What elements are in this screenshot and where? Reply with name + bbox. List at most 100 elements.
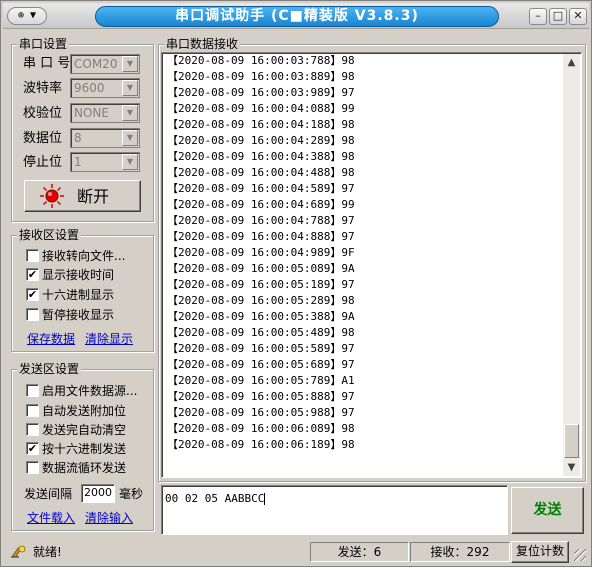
receive-line: 【2020-08-09 16:00:04:788】97 bbox=[167, 214, 355, 227]
status-bar: 就绪! 发送：6 接收：292 复位计数 bbox=[3, 539, 589, 565]
port-select[interactable]: COM20 ▼ bbox=[70, 54, 140, 74]
receive-line: 【2020-08-09 16:00:03:889】98 bbox=[167, 70, 355, 83]
chevron-down-icon[interactable]: ▼ bbox=[122, 56, 138, 72]
interval-unit: 毫秒 bbox=[119, 487, 144, 501]
chevron-down-icon[interactable]: ▼ bbox=[122, 154, 138, 170]
serial-settings-title: 串口设置 bbox=[17, 36, 70, 52]
loop-send-checkbox[interactable] bbox=[26, 461, 39, 474]
show-time-label[interactable]: 显示接收时间 bbox=[42, 266, 114, 284]
scroll-thumb[interactable] bbox=[564, 424, 579, 458]
receive-line: 【2020-08-09 16:00:06:189】98 bbox=[167, 438, 355, 451]
minimize-button[interactable]: – bbox=[529, 8, 547, 25]
databits-select[interactable]: 8 ▼ bbox=[70, 128, 140, 148]
receive-line: 【2020-08-09 16:00:05:089】9A bbox=[167, 262, 355, 275]
auto-clear-label[interactable]: 发送完自动清空 bbox=[42, 421, 126, 439]
receive-line: 【2020-08-09 16:00:04:188】98 bbox=[167, 118, 355, 131]
receive-line: 【2020-08-09 16:00:04:289】98 bbox=[167, 134, 355, 147]
chevron-down-icon[interactable]: ▼ bbox=[122, 130, 138, 146]
clear-display-link[interactable]: 清除显示 bbox=[85, 331, 133, 347]
reset-count-button[interactable]: 复位计数 bbox=[511, 541, 569, 563]
auto-append-label[interactable]: 自动发送附加位 bbox=[42, 402, 126, 420]
stopbits-select[interactable]: 1 ▼ bbox=[70, 152, 140, 172]
receive-settings-group: 接收区设置 接收转向文件... ✔ 显示接收时间 ✔ 十六进制显示 暂停接收显示… bbox=[11, 227, 154, 352]
resize-grip[interactable] bbox=[574, 549, 586, 561]
show-time-checkbox[interactable]: ✔ bbox=[26, 268, 39, 281]
status-lamp-icon bbox=[11, 545, 26, 558]
baud-select[interactable]: 9600 ▼ bbox=[70, 78, 140, 98]
receive-lines: 【2020-08-09 16:00:03:788】98 【2020-08-09 1… bbox=[167, 53, 355, 453]
status-led-icon bbox=[40, 184, 64, 208]
interval-input[interactable]: 2000 bbox=[81, 484, 115, 503]
receive-line: 【2020-08-09 16:00:04:388】98 bbox=[167, 150, 355, 163]
hex-send-label[interactable]: 按十六进制发送 bbox=[42, 440, 126, 458]
sent-count: 发送：6 bbox=[310, 542, 409, 562]
hex-display-checkbox[interactable]: ✔ bbox=[26, 288, 39, 301]
close-button[interactable]: ✕ bbox=[569, 8, 587, 25]
receive-line: 【2020-08-09 16:00:05:689】97 bbox=[167, 358, 355, 371]
receive-line: 【2020-08-09 16:00:06:089】98 bbox=[167, 422, 355, 435]
receive-area-title: 串口数据接收 bbox=[164, 36, 241, 52]
auto-clear-checkbox[interactable] bbox=[26, 423, 39, 436]
stopbits-value: 1 bbox=[74, 155, 82, 169]
parity-value: NONE bbox=[74, 106, 109, 120]
stopbits-label: 停止位 bbox=[23, 155, 63, 170]
baud-label: 波特率 bbox=[23, 81, 63, 96]
receive-line: 【2020-08-09 16:00:04:989】9F bbox=[167, 246, 355, 259]
chevron-down-icon[interactable]: ▼ bbox=[122, 105, 138, 121]
load-file-link[interactable]: 文件载入 bbox=[27, 510, 75, 526]
receive-textarea[interactable]: 【2020-08-09 16:00:03:788】98 【2020-08-09 1… bbox=[161, 52, 582, 478]
connect-toggle-button[interactable]: 断开 bbox=[24, 180, 141, 212]
receive-line: 【2020-08-09 16:00:05:189】97 bbox=[167, 278, 355, 291]
auto-append-checkbox[interactable] bbox=[26, 404, 39, 417]
file-source-checkbox[interactable] bbox=[26, 384, 39, 397]
save-data-link[interactable]: 保存数据 bbox=[27, 331, 75, 347]
pause-display-checkbox[interactable] bbox=[26, 308, 39, 321]
port-value: COM20 bbox=[74, 57, 118, 71]
received-count: 接收：292 bbox=[410, 542, 510, 562]
status-text: 就绪! bbox=[33, 545, 62, 559]
receive-line: 【2020-08-09 16:00:05:988】97 bbox=[167, 406, 355, 419]
receive-line: 【2020-08-09 16:00:03:788】98 bbox=[167, 54, 355, 67]
window-title: 串口调试助手 (C■精装版 V3.8.3) bbox=[95, 6, 499, 27]
recv-to-file-checkbox[interactable] bbox=[26, 249, 39, 262]
system-menu-button[interactable]: ⊚ ▼ bbox=[7, 7, 47, 25]
receive-line: 【2020-08-09 16:00:05:589】97 bbox=[167, 342, 355, 355]
receive-line: 【2020-08-09 16:00:05:789】A1 bbox=[167, 374, 355, 387]
receive-settings-title: 接收区设置 bbox=[17, 227, 82, 243]
connect-button-label: 断开 bbox=[77, 187, 110, 206]
send-settings-group: 发送区设置 启用文件数据源... 自动发送附加位 发送完自动清空 ✔ 按十六进制… bbox=[11, 361, 154, 531]
serial-settings-group: 串口设置 串 口 号 COM20 ▼ 波特率 9600 ▼ 校验位 NONE ▼… bbox=[11, 36, 154, 222]
chevron-down-icon[interactable]: ▼ bbox=[122, 80, 138, 96]
receive-line: 【2020-08-09 16:00:05:489】98 bbox=[167, 326, 355, 339]
recv-to-file-label[interactable]: 接收转向文件... bbox=[42, 247, 125, 265]
main-window: ⊚ ▼ 串口调试助手 (C■精装版 V3.8.3) – □ ✕ 串口设置 串 口… bbox=[0, 0, 592, 567]
receive-line: 【2020-08-09 16:00:04:088】99 bbox=[167, 102, 355, 115]
interval-label: 发送间隔 bbox=[24, 487, 73, 501]
receive-line: 【2020-08-09 16:00:05:888】97 bbox=[167, 390, 355, 403]
send-input[interactable]: 00 02 05 AABBCC bbox=[161, 485, 508, 535]
text-cursor bbox=[264, 493, 266, 505]
pause-display-label[interactable]: 暂停接收显示 bbox=[42, 306, 114, 324]
receive-line: 【2020-08-09 16:00:04:689】99 bbox=[167, 198, 355, 211]
scroll-up-icon[interactable]: ▲ bbox=[563, 54, 580, 71]
databits-label: 数据位 bbox=[23, 131, 63, 146]
file-source-label[interactable]: 启用文件数据源... bbox=[42, 382, 137, 400]
receive-line: 【2020-08-09 16:00:05:289】98 bbox=[167, 294, 355, 307]
hex-display-label[interactable]: 十六进制显示 bbox=[42, 286, 114, 304]
receive-line: 【2020-08-09 16:00:04:589】97 bbox=[167, 182, 355, 195]
scroll-down-icon[interactable]: ▼ bbox=[563, 459, 580, 476]
title-bar[interactable]: ⊚ ▼ 串口调试助手 (C■精装版 V3.8.3) – □ ✕ bbox=[3, 3, 589, 29]
port-label: 串 口 号 bbox=[23, 56, 71, 71]
receive-line: 【2020-08-09 16:00:03:989】97 bbox=[167, 86, 355, 99]
receive-line: 【2020-08-09 16:00:04:488】98 bbox=[167, 166, 355, 179]
receive-scrollbar[interactable]: ▲ ▼ bbox=[563, 54, 580, 476]
parity-select[interactable]: NONE ▼ bbox=[70, 103, 140, 123]
maximize-button[interactable]: □ bbox=[549, 8, 567, 25]
clear-input-link[interactable]: 清除输入 bbox=[85, 510, 133, 526]
send-input-text: 00 02 05 AABBCC bbox=[165, 492, 265, 505]
send-button[interactable]: 发送 bbox=[511, 487, 584, 534]
parity-label: 校验位 bbox=[23, 106, 63, 121]
hex-send-checkbox[interactable]: ✔ bbox=[26, 442, 39, 455]
loop-send-label[interactable]: 数据流循环发送 bbox=[42, 459, 126, 477]
receive-line: 【2020-08-09 16:00:05:388】9A bbox=[167, 310, 355, 323]
